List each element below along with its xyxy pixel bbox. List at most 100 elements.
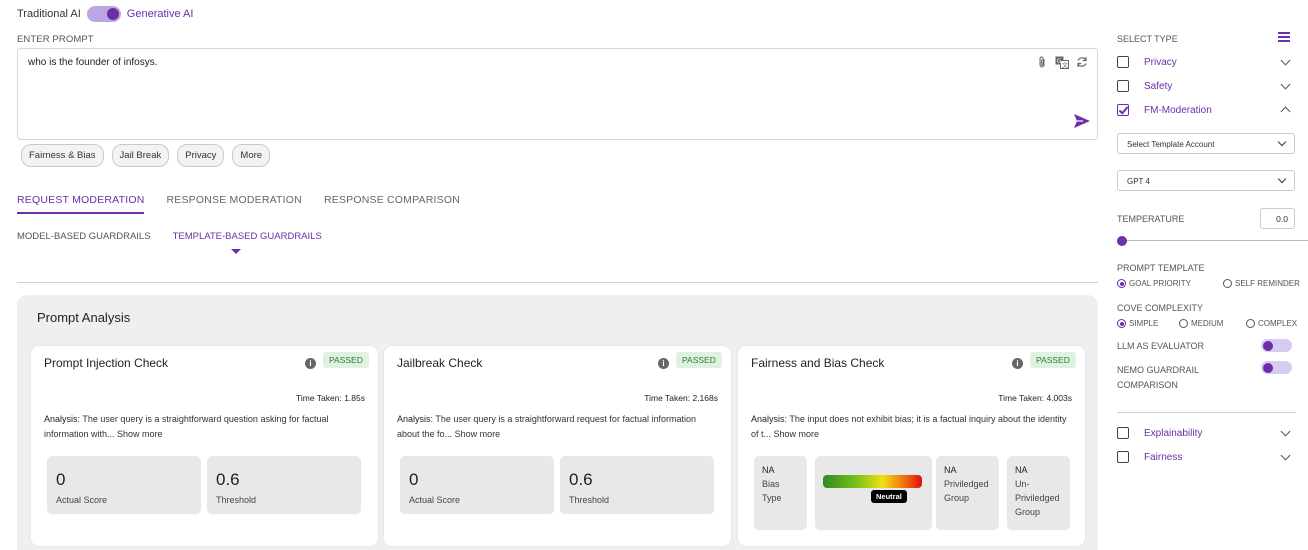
chip-jail-break[interactable]: Jail Break [111,144,170,167]
type-fm-moderation[interactable]: FM-Moderation [1117,102,1295,118]
ai-mode-switch[interactable] [86,6,121,22]
type-fairness[interactable]: Fairness [1117,449,1295,465]
time-taken: Time Taken: 4.003s [998,393,1072,403]
chevron-down-icon[interactable] [1280,55,1291,66]
privileged-group-box: NA Priviledged Group [936,456,999,530]
actual-score-label: Actual Score [56,495,108,505]
chevron-down-icon [1277,137,1287,147]
analysis-body: The user query is a straightforward ques… [44,414,329,439]
analysis-text: Analysis: The input does not exhibit bia… [751,412,1071,442]
traditional-ai-label: Traditional AI [17,8,81,20]
temperature-input[interactable]: 0.0 [1260,208,1295,229]
menu-icon[interactable] [1278,32,1290,42]
card-title: Fairness and Bias Check [751,356,885,370]
chip-more[interactable]: More [232,144,271,167]
show-more-link[interactable]: Show more [774,429,820,439]
info-icon[interactable]: i [658,358,669,369]
chevron-down-icon [1277,174,1287,184]
tab-response-comparison[interactable]: RESPONSE COMPARISON [324,194,460,214]
prompt-template-label: PROMPT TEMPLATE [1117,263,1205,273]
status-badge: PASSED [1030,352,1076,368]
threshold-label: Threshold [216,495,257,505]
show-more-link[interactable]: Show more [455,429,501,439]
nemo-guardrail-label: NEMO GUARDRAIL COMPARISON [1117,365,1199,390]
prompt-tools: G文 [1035,55,1089,69]
explainability-checkbox[interactable] [1117,427,1129,439]
privacy-checkbox[interactable] [1117,56,1129,68]
chevron-down-icon[interactable] [1280,426,1291,437]
prompt-analysis-panel: Prompt Analysis Prompt Injection Check i… [17,295,1098,550]
card-title: Jailbreak Check [397,356,483,370]
select-type-label: SELECT TYPE [1117,34,1178,44]
tab-response-moderation[interactable]: RESPONSE MODERATION [166,194,301,214]
template-account-select[interactable]: Select Template Account [1117,133,1295,154]
radio-dot [1117,279,1126,288]
cove-complexity-label: COVE COMPLEXITY [1117,303,1204,313]
type-privacy[interactable]: Privacy [1117,54,1295,70]
radio-self-reminder[interactable]: SELF REMINDER [1223,279,1300,288]
analysis-body: The user query is a straightforward requ… [397,414,696,439]
type-explainability[interactable]: Explainability [1117,425,1295,441]
send-icon[interactable] [1073,113,1091,129]
prompt-chips: Fairness & Bias Jail Break Privacy More [21,144,271,167]
chevron-down-icon[interactable] [1280,79,1291,90]
tab-request-moderation[interactable]: REQUEST MODERATION [17,194,145,214]
privacy-label: Privacy [1144,56,1177,68]
fairness-checkbox[interactable] [1117,451,1129,463]
unprivileged-value: NA [1015,465,1028,475]
radio-complex[interactable]: COMPLEX [1246,319,1297,328]
svg-text:文: 文 [1062,61,1068,69]
guardrail-subtabs: MODEL-BASED GUARDRAILS TEMPLATE-BASED GU… [17,231,322,254]
safety-label: Safety [1144,80,1173,92]
analysis-label: Analysis: [751,414,788,424]
chevron-up-icon[interactable] [1280,106,1291,117]
prompt-injection-card: Prompt Injection Check i PASSED Time Tak… [31,346,378,546]
attach-icon[interactable] [1035,55,1049,69]
prompt-analysis-title: Prompt Analysis [37,310,131,325]
radio-simple[interactable]: SIMPLE [1117,319,1158,328]
time-taken: Time Taken: 1.85s [296,393,365,403]
translate-icon[interactable]: G文 [1055,55,1069,69]
chevron-down-icon[interactable] [1280,450,1291,461]
subtab-template-based[interactable]: TEMPLATE-BASED GUARDRAILS [173,231,322,254]
enter-prompt-label: ENTER PROMPT [17,34,94,45]
chip-fairness-bias[interactable]: Fairness & Bias [21,144,104,167]
switch-knob [106,8,119,20]
template-account-value: Select Template Account [1127,140,1215,149]
fm-moderation-checkbox[interactable] [1117,104,1129,116]
subtab-model-based[interactable]: MODEL-BASED GUARDRAILS [17,231,151,242]
fm-moderation-label: FM-Moderation [1144,104,1212,116]
chip-privacy[interactable]: Privacy [177,144,225,167]
privileged-value: NA [944,465,957,475]
temperature-slider-thumb[interactable] [1117,236,1127,246]
radio-medium[interactable]: MEDIUM [1179,319,1223,328]
model-select[interactable]: GPT 4 [1117,170,1295,191]
temperature-slider[interactable] [1121,240,1308,241]
active-caret-icon [230,249,241,254]
type-safety[interactable]: Safety [1117,78,1295,94]
status-badge: PASSED [323,352,369,368]
info-icon[interactable]: i [305,358,316,369]
radio-dot [1223,279,1232,288]
prompt-value: who is the founder of infosys. [28,57,158,68]
llm-evaluator-toggle[interactable] [1261,339,1292,352]
unprivileged-label: Un-Priviledged Group [1015,479,1060,517]
info-icon[interactable]: i [1012,358,1023,369]
fairness-bias-card: Fairness and Bias Check i PASSED Time Ta… [738,346,1085,546]
nemo-guardrail-toggle[interactable] [1261,361,1292,374]
actual-score-label: Actual Score [409,495,461,505]
radio-goal-priority[interactable]: GOAL PRIORITY [1117,279,1191,288]
bias-type-label: Bias Type [762,479,782,503]
safety-checkbox[interactable] [1117,80,1129,92]
show-more-link[interactable]: Show more [117,429,163,439]
bias-type-value: NA [762,465,775,475]
bias-type-box: NA Bias Type [754,456,807,530]
actual-score-box: 0 Actual Score [400,456,554,514]
prompt-input[interactable]: who is the founder of infosys. G文 [17,48,1098,140]
refresh-icon[interactable] [1075,55,1089,69]
status-badge: PASSED [676,352,722,368]
radio-label: COMPLEX [1258,319,1298,328]
threshold-value: 0.6 [569,470,593,489]
switch-knob [1263,362,1273,373]
bias-gauge: Neutral [815,456,932,530]
